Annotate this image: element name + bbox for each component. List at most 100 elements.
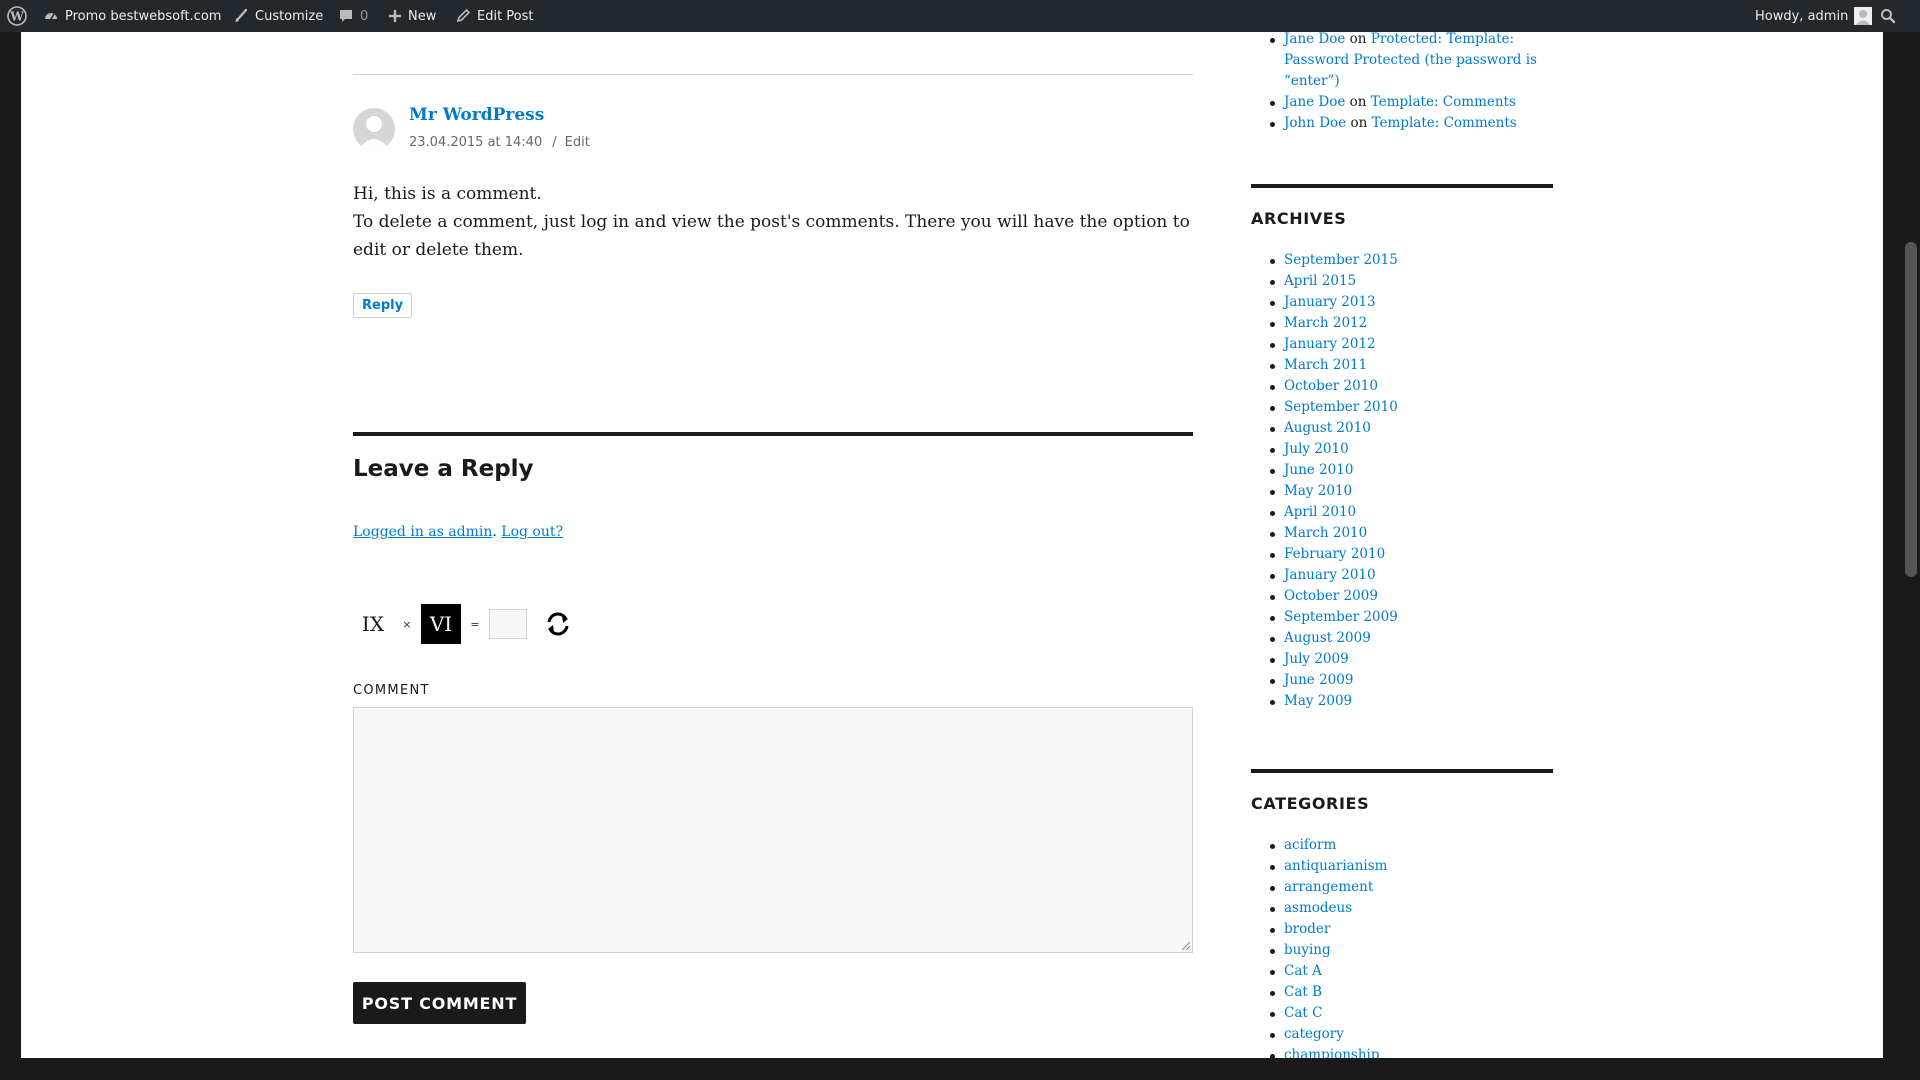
- archive-link[interactable]: May 2010: [1284, 483, 1352, 499]
- comment-bubble-icon: [340, 10, 352, 22]
- category-link[interactable]: asmodeus: [1284, 900, 1352, 916]
- archive-item: May 2009: [1268, 691, 1398, 712]
- howdy-text: Howdy, admin: [1755, 8, 1849, 24]
- category-link[interactable]: antiquarianism: [1284, 858, 1387, 874]
- scrollbar-thumb[interactable]: [1905, 242, 1917, 577]
- archive-link[interactable]: January 2012: [1284, 336, 1376, 352]
- logged-in-separator: .: [492, 524, 497, 540]
- archive-link[interactable]: March 2010: [1284, 525, 1367, 541]
- my-account-menu[interactable]: Howdy, admin: [1755, 0, 1873, 32]
- archive-link[interactable]: June 2009: [1284, 672, 1353, 688]
- math-captcha: IX × VI =: [353, 604, 573, 644]
- archive-link[interactable]: March 2011: [1284, 357, 1367, 373]
- recent-comment-author-link[interactable]: Jane Doe: [1284, 32, 1345, 47]
- comment-author-link[interactable]: Mr WordPress: [409, 105, 544, 125]
- page-scrollbar[interactable]: [1902, 32, 1920, 1058]
- category-link[interactable]: Cat A: [1284, 963, 1322, 979]
- archive-link[interactable]: September 2010: [1284, 399, 1398, 415]
- archive-item: February 2010: [1268, 544, 1398, 565]
- comments-count: 0: [360, 8, 369, 24]
- category-link[interactable]: buying: [1284, 942, 1331, 958]
- categories-rule: [1251, 769, 1553, 773]
- captcha-operand-2: VI: [421, 604, 461, 644]
- comment-text: Hi, this is a comment. To delete a comme…: [353, 180, 1193, 264]
- archive-link[interactable]: February 2010: [1284, 546, 1385, 562]
- category-item: antiquarianism: [1268, 856, 1387, 877]
- category-link[interactable]: category: [1284, 1026, 1344, 1042]
- archive-link[interactable]: October 2009: [1284, 588, 1378, 604]
- archive-link[interactable]: October 2010: [1284, 378, 1378, 394]
- archive-link[interactable]: August 2009: [1284, 630, 1371, 646]
- category-link[interactable]: aciform: [1284, 837, 1336, 853]
- recent-comment-item: John Doe on Template: Comments: [1268, 113, 1574, 134]
- category-link[interactable]: Cat B: [1284, 984, 1322, 1000]
- captcha-answer-input[interactable]: [489, 609, 527, 639]
- archive-item: June 2010: [1268, 460, 1398, 481]
- comment-avatar: [353, 108, 395, 150]
- archive-item: January 2013: [1268, 292, 1398, 313]
- archive-link[interactable]: June 2010: [1284, 462, 1353, 478]
- pencil-icon: [456, 8, 471, 23]
- archive-item: September 2010: [1268, 397, 1398, 418]
- archive-link[interactable]: March 2012: [1284, 315, 1367, 331]
- category-item: Cat C: [1268, 1003, 1387, 1024]
- site-name-menu[interactable]: Promo bestwebsoft.com: [43, 0, 221, 32]
- archive-link[interactable]: September 2009: [1284, 609, 1398, 625]
- site-name: Promo bestwebsoft.com: [65, 8, 222, 24]
- category-item: aciform: [1268, 835, 1387, 856]
- recent-comment-on: on: [1346, 115, 1372, 131]
- logged-in-link[interactable]: Logged in as admin: [353, 524, 492, 540]
- archives-title: ARCHIVES: [1251, 209, 1347, 228]
- comment-line-1: Hi, this is a comment.: [353, 184, 542, 204]
- recent-comment-author-link[interactable]: Jane Doe: [1284, 94, 1345, 110]
- archive-item: January 2010: [1268, 565, 1398, 586]
- category-link[interactable]: championship: [1284, 1047, 1379, 1058]
- archive-item: April 2010: [1268, 502, 1398, 523]
- recent-comment-author-link[interactable]: John Doe: [1284, 115, 1346, 131]
- comments-menu[interactable]: 0: [338, 0, 368, 32]
- archive-link[interactable]: April 2010: [1284, 504, 1356, 520]
- admin-bar: W Promo bestwebsoft.com Customize 0 New …: [0, 0, 1920, 32]
- archive-link[interactable]: September 2015: [1284, 252, 1398, 268]
- category-link[interactable]: broder: [1284, 921, 1330, 937]
- wordpress-logo-icon[interactable]: W: [7, 0, 27, 32]
- archives-list: September 2015 April 2015 January 2013 Marc…: [1268, 250, 1398, 712]
- archive-link[interactable]: August 2010: [1284, 420, 1371, 436]
- comment-divider: [353, 74, 1193, 75]
- captcha-equals: =: [470, 617, 480, 631]
- categories-title: CATEGORIES: [1251, 794, 1370, 813]
- category-item: Cat A: [1268, 961, 1387, 982]
- comment-edit-link[interactable]: Edit: [565, 135, 590, 150]
- category-link[interactable]: arrangement: [1284, 879, 1373, 895]
- archive-link[interactable]: April 2015: [1284, 273, 1356, 289]
- archive-link[interactable]: July 2009: [1284, 651, 1349, 667]
- archive-item: May 2010: [1268, 481, 1398, 502]
- captcha-operand-1: IX: [361, 612, 385, 636]
- recent-comment-post-link[interactable]: Template: Comments: [1371, 94, 1516, 110]
- reply-divider: [353, 432, 1193, 436]
- logout-link[interactable]: Log out?: [501, 524, 563, 540]
- edit-post-link[interactable]: Edit Post: [455, 0, 534, 32]
- archive-link[interactable]: January 2010: [1284, 567, 1376, 583]
- recent-comment-on: on: [1345, 94, 1371, 110]
- comment-date-link[interactable]: 23.04.2015 at 14:40: [409, 135, 542, 150]
- category-item: category: [1268, 1024, 1387, 1045]
- recent-comment-item: Jane Doe on Protected: Template: Passwor…: [1268, 32, 1574, 92]
- archive-link[interactable]: July 2010: [1284, 441, 1349, 457]
- post-comment-button[interactable]: POST COMMENT: [353, 982, 526, 1024]
- logged-in-as: Logged in as admin. Log out?: [353, 524, 563, 540]
- search-icon[interactable]: [1880, 0, 1896, 32]
- recent-comment-post-link[interactable]: Template: Comments: [1372, 115, 1517, 131]
- comment-textarea[interactable]: [353, 707, 1193, 953]
- category-item: broder: [1268, 919, 1387, 940]
- customize-menu[interactable]: Customize: [233, 0, 323, 32]
- category-item: buying: [1268, 940, 1387, 961]
- refresh-icon[interactable]: [543, 609, 573, 639]
- archive-link[interactable]: January 2013: [1284, 294, 1376, 310]
- new-content-menu[interactable]: New: [388, 0, 436, 32]
- comment-line-2: To delete a comment, just log in and vie…: [353, 212, 1190, 260]
- category-link[interactable]: Cat C: [1284, 1005, 1322, 1021]
- archive-link[interactable]: May 2009: [1284, 693, 1352, 709]
- reply-button[interactable]: Reply: [353, 293, 413, 318]
- resize-handle-icon[interactable]: [1182, 942, 1190, 950]
